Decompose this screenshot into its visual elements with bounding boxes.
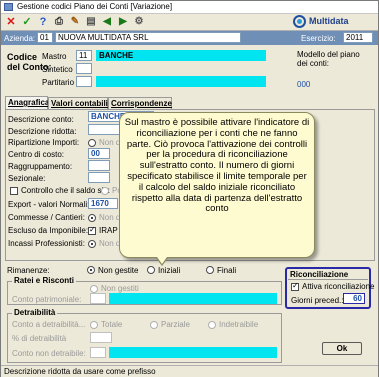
rimanenze-iniziali-radio[interactable] [147, 266, 155, 274]
sezionale-input[interactable] [88, 172, 110, 183]
centro-costo-input[interactable]: 00 [88, 148, 110, 159]
detraibilita-option-2: Parziale [161, 320, 190, 329]
ridotta-label: Descrizione ridotta: [8, 127, 77, 136]
incassi-label: Incassi Professionisti: [8, 239, 85, 248]
riconciliazione-title: Riconciliazione [290, 270, 349, 279]
forward-icon[interactable]: ▶ [116, 15, 130, 29]
close-icon[interactable]: ✕ [4, 15, 18, 29]
detraibilita-group: Detraibilità Conto a detraibilità... Tot… [7, 308, 282, 363]
export-label: Export - valori Normali: [8, 200, 90, 209]
app-icon [4, 3, 13, 11]
partitario-input[interactable] [76, 76, 92, 87]
help-icon[interactable]: ? [36, 15, 50, 29]
edit-icon[interactable]: ✎ [68, 15, 82, 29]
print-icon[interactable]: ⎙ [52, 15, 66, 29]
title-bar: Gestione codici Piano dei Conti [Variazi… [1, 1, 378, 14]
controllo-radio[interactable] [101, 187, 109, 195]
delete-icon[interactable]: ▤ [84, 15, 98, 29]
ripartizione-label: Ripartizione Importi: [8, 138, 80, 147]
rimanenze-non-gestite-radio[interactable] [87, 266, 95, 274]
partitario-label: Partitario [42, 78, 75, 87]
raggruppamento-input[interactable] [88, 160, 110, 171]
centro-costo-label: Centro di costo: [8, 150, 65, 159]
riconciliazione-giorni-input[interactable]: 60 [343, 293, 365, 304]
detraibilita-title: Detraibilità [12, 308, 58, 317]
partitario-description [96, 76, 266, 87]
logo-mark-icon [293, 15, 306, 28]
descrizione-label: Descrizione conto: [8, 115, 74, 124]
raggruppamento-label: Raggruppamento: [8, 162, 73, 171]
commesse-label: Commesse / Cantieri: [8, 213, 85, 222]
detraibilita-percent-input[interactable] [90, 332, 112, 343]
multidata-logo: Multidata [293, 15, 377, 29]
options-icon[interactable]: ⚙ [132, 15, 146, 29]
detraibilita-conto-input[interactable] [90, 347, 106, 358]
escluso-irap-checkbox[interactable] [88, 225, 96, 235]
detraibilita-options-label: Conto a detraibilità... [12, 320, 86, 329]
mastro-label: Mastro [42, 52, 67, 61]
riconciliazione-divider [288, 279, 368, 280]
modello-value: 000 [297, 80, 311, 89]
modello-label: Modello del piano dei conti: [297, 50, 360, 68]
toolbar: ✕ ✓ ? ⎙ ✎ ▤ ◀ ▶ ⚙ Multidata [1, 14, 378, 31]
sintetico-input[interactable] [76, 63, 92, 74]
window-title: Gestione codici Piano dei Conti [Variazi… [17, 2, 173, 11]
detraibilita-parziale-radio[interactable] [150, 321, 158, 329]
detraibilita-percent-label: % di detraibilità [12, 334, 67, 343]
ok-button[interactable]: Ok [322, 342, 362, 355]
status-bar: Descrizione ridotta da usare come prefis… [1, 365, 378, 377]
ratei-option: Non gestiti [101, 284, 139, 293]
riconciliazione-group: Riconciliazione Attiva riconciliazione G… [285, 267, 375, 309]
esercizio-value: 2011 [343, 32, 373, 43]
azienda-name: NUOVA MULTIDATA SRL [55, 32, 241, 43]
ratei-radio[interactable] [90, 285, 98, 293]
detraibilita-conto-description [109, 347, 277, 358]
detraibilita-option-3: Indetraibile [219, 320, 259, 329]
azienda-code: 01 [37, 32, 53, 43]
ratei-conto-label: Conto patrimoniale: [12, 295, 82, 304]
detraibilita-indetraibile-radio[interactable] [208, 321, 216, 329]
controllo-checkbox[interactable] [10, 187, 18, 195]
codice-label-1: Codice [7, 52, 38, 62]
rimanenze-label: Rimanenze: [7, 266, 50, 275]
mastro-description: BANCHE [96, 50, 266, 61]
controllo-label: Controllo che il saldo sia: [21, 186, 110, 195]
back-icon[interactable]: ◀ [100, 15, 114, 29]
ratei-conto-description [109, 293, 277, 304]
ratei-group: Ratei e Risconti Non gestiti Conto patri… [7, 276, 282, 305]
incassi-radio[interactable] [88, 240, 96, 248]
confirm-icon[interactable]: ✓ [20, 15, 34, 29]
rimanenze-finali-radio[interactable] [206, 266, 214, 274]
rimanenze-option-1: Non gestite [98, 266, 139, 275]
tab-valori-contabili[interactable]: Valori contabili [48, 97, 108, 109]
mastro-input[interactable]: 11 [76, 50, 92, 61]
riconciliazione-tooltip: Sul mastro è possibile attivare l'indica… [119, 112, 315, 266]
riconciliazione-giorni-label: Giorni preced.: [291, 296, 344, 305]
detraibilita-option-1: Totale [101, 320, 123, 329]
escluso-label: Escluso da Imponibile: [8, 226, 89, 235]
export-input[interactable]: 1670 [88, 198, 118, 209]
ripartizione-radio[interactable] [88, 139, 96, 147]
azienda-bar: Azienda: 01 NUOVA MULTIDATA SRL Esercizi… [1, 31, 378, 45]
riconciliazione-checkbox[interactable] [291, 281, 299, 291]
tab-anagrafica[interactable]: Anagrafica [5, 96, 49, 109]
detraibilita-conto-label: Conto non detraibile: [12, 349, 86, 358]
dialog-window: Gestione codici Piano dei Conti [Variazi… [0, 0, 379, 377]
tab-corrispondenze[interactable]: Corrispondenze [108, 97, 172, 109]
detraibilita-totale-radio[interactable] [90, 321, 98, 329]
sezionale-label: Sezionale: [8, 174, 46, 183]
rimanenze-option-3: Finali [217, 266, 237, 275]
esercizio-label: Esercizio: [301, 34, 336, 43]
riconciliazione-attiva-label: Attiva riconciliazione [302, 282, 375, 291]
escluso-option: IRAP [99, 226, 118, 235]
sintetico-label: Sintetico [42, 65, 73, 74]
azienda-label: Azienda: [4, 34, 36, 43]
commesse-radio[interactable] [88, 214, 96, 222]
ratei-title: Ratei e Risconti [12, 276, 77, 285]
ratei-conto-input[interactable] [90, 293, 106, 304]
rimanenze-option-2: Iniziali [158, 266, 181, 275]
